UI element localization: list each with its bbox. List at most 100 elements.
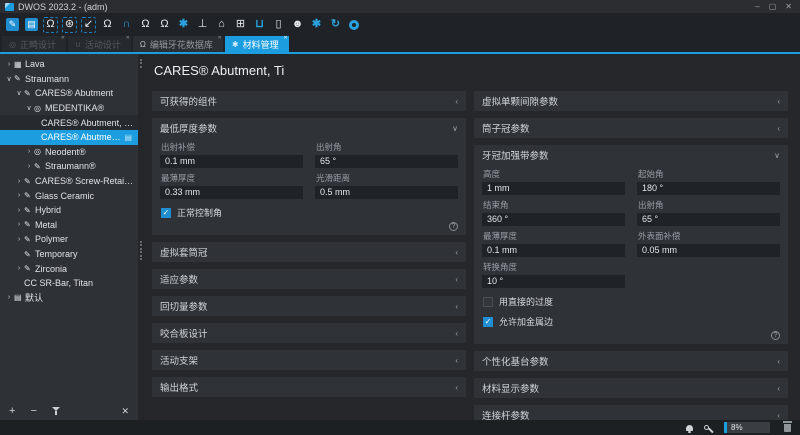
anatomy-tooth-icon[interactable]: Ω <box>138 17 153 33</box>
key-icon[interactable] <box>704 425 709 430</box>
crown-design-icon[interactable]: ∩ <box>119 17 134 33</box>
trash-icon[interactable] <box>783 421 792 432</box>
tree-item-metal[interactable]: › ✎ Metal <box>0 218 138 233</box>
field-input[interactable]: 180 ° <box>637 182 780 195</box>
tab-tooth-database[interactable]: Ω 编辑牙花数据库 ✕ <box>132 36 223 52</box>
caret-right-icon[interactable]: › <box>24 148 34 155</box>
tree-item-cc-sr-bar-titan[interactable]: CC SR-Bar, Titan <box>0 276 138 291</box>
caret-down-icon[interactable]: ∨ <box>4 75 14 83</box>
tab-removable-design[interactable]: ∪ 活动设计 ✕ <box>68 36 131 52</box>
add-material-button[interactable]: + <box>9 405 15 416</box>
close-button[interactable]: ✕ <box>785 2 792 11</box>
caret-down-icon[interactable]: ∨ <box>14 89 24 97</box>
caret-right-icon[interactable]: › <box>24 163 34 170</box>
section-header[interactable]: 个性化基台参数 ‹ <box>474 351 788 371</box>
mesh-sphere-icon[interactable]: ⊛ <box>62 16 77 33</box>
minimize-button[interactable]: – <box>755 2 759 11</box>
tab-close-icon[interactable]: ✕ <box>126 36 130 41</box>
field-input[interactable]: 0.1 mm <box>160 155 303 168</box>
checkbox-allow-metal-margin[interactable]: ✓ 允许加金属边 <box>483 315 780 328</box>
caret-right-icon[interactable]: › <box>14 236 24 243</box>
case-list-icon[interactable]: ▤ <box>25 18 38 31</box>
checkbox-normal-control-angle[interactable]: ✓ 正常控制角 <box>161 206 458 219</box>
section-header[interactable]: 回切量参数 ‹ <box>152 296 466 316</box>
tree-item-straumann[interactable]: ∨ ✎ Straumann <box>0 72 138 87</box>
tab-orthodontic-design[interactable]: ◎ 正畸设计 ✕ <box>2 36 66 52</box>
help-icon[interactable]: ? <box>771 331 780 340</box>
caret-right-icon[interactable]: › <box>14 207 24 214</box>
caret-right-icon[interactable]: › <box>4 61 14 68</box>
splitter-handle[interactable] <box>139 57 143 69</box>
new-case-icon[interactable]: ✎ <box>6 18 19 31</box>
field-input[interactable]: 360 ° <box>482 213 625 226</box>
caret-down-icon[interactable]: ∨ <box>24 104 34 112</box>
sync-icon[interactable]: ↻ <box>328 17 343 33</box>
field-input[interactable]: 0.33 mm <box>160 186 303 199</box>
caret-right-icon[interactable]: › <box>14 265 24 272</box>
section-header[interactable]: 可获得的组件 ‹ <box>152 91 466 111</box>
tree-item-medentika[interactable]: ∨ ◎ MEDENTIKA® <box>0 101 138 116</box>
tab-close-icon[interactable]: ✕ <box>283 36 287 41</box>
field-input[interactable]: 0.1 mm <box>482 244 625 257</box>
field-input[interactable]: 10 ° <box>482 275 625 288</box>
caret-right-icon[interactable]: › <box>4 294 14 301</box>
milling-cart-icon[interactable]: ⊞ <box>233 17 248 33</box>
section-header[interactable]: 虚拟单颗间隙参数 ‹ <box>474 91 788 111</box>
caret-right-icon[interactable]: › <box>14 192 24 199</box>
tree-item-default[interactable]: › ▤ 默认 <box>0 291 138 306</box>
tree-item-lava[interactable]: › ▦ Lava <box>0 57 138 72</box>
filter-icon[interactable] <box>51 406 61 416</box>
articulator-icon[interactable]: ⊥ <box>195 17 210 33</box>
scan-capture-icon[interactable]: Ω <box>43 16 58 33</box>
panel-splitter[interactable] <box>138 54 144 420</box>
tab-close-icon[interactable]: ✕ <box>61 36 65 41</box>
remove-material-button[interactable]: − <box>30 405 36 416</box>
field-input[interactable]: 65 ° <box>637 213 780 226</box>
tree-item-glass-ceramic[interactable]: › ✎ Glass Ceramic <box>0 188 138 203</box>
section-header[interactable]: 咬合板设计 ‹ <box>152 323 466 343</box>
tree-item-cares-screw-retained-bridge[interactable]: › ✎ CARES® Screw-Retained Bridg… <box>0 174 138 189</box>
maximize-button[interactable]: ▢ <box>769 2 777 11</box>
tree-item-temporary[interactable]: ✎ Temporary <box>0 247 138 262</box>
implant-tooth-icon[interactable]: ✱ <box>176 17 191 33</box>
checkbox-checked-icon[interactable]: ✓ <box>483 316 493 327</box>
section-header[interactable]: 适应参数 ‹ <box>152 269 466 289</box>
clipboard-icon[interactable]: ▯ <box>271 17 286 33</box>
tree-item-polymer[interactable]: › ✎ Polymer <box>0 232 138 247</box>
tree-item-cares-abutment-ti[interactable]: CARES® Abutment, Ti ▤ <box>0 129 138 145</box>
tooth-design-icon[interactable]: Ω <box>100 17 115 33</box>
caret-right-icon[interactable]: › <box>14 221 24 228</box>
tooth-photo-icon[interactable]: Ω <box>157 17 172 33</box>
tab-close-icon[interactable]: ✕ <box>218 36 222 41</box>
section-header[interactable]: 输出格式 ‹ <box>152 377 466 397</box>
section-header[interactable]: 筒子冠参数 ‹ <box>474 118 788 138</box>
caret-right-icon[interactable]: › <box>14 178 24 185</box>
splitter-handle[interactable] <box>139 239 143 262</box>
session-ring-icon[interactable] <box>349 19 359 30</box>
user-icon[interactable]: ☻ <box>290 17 305 33</box>
section-header[interactable]: 虚拟套筒冠 ‹ <box>152 242 466 262</box>
tree-item-cares-abutment-cocr[interactable]: CARES® Abutment, CoCr <box>0 115 138 130</box>
tab-material-management[interactable]: ✱ 材料管理 ✕ <box>224 36 289 52</box>
clear-filter-button[interactable]: ✕ <box>121 406 129 416</box>
tree-item-cares-abutment[interactable]: ∨ ✎ CARES® Abutment <box>0 86 138 101</box>
lab-management-icon[interactable]: ⌂ <box>214 17 229 33</box>
settings-gear-icon[interactable]: ✱ <box>309 17 324 33</box>
section-header[interactable]: 最低厚度参数 ∨ <box>152 118 466 138</box>
field-input[interactable]: 0.5 mm <box>315 186 458 199</box>
checkbox-use-direct-transition[interactable]: 用直接的过度 <box>483 295 780 308</box>
checkbox-checked-icon[interactable]: ✓ <box>161 207 171 218</box>
checkbox-unchecked-icon[interactable] <box>483 296 493 307</box>
notification-bell-icon[interactable] <box>686 424 693 433</box>
pick-object-icon[interactable]: ↙ <box>81 16 96 33</box>
field-input[interactable]: 0.05 mm <box>637 244 780 257</box>
section-header[interactable]: 牙冠加强带参数 ∨ <box>474 145 788 165</box>
help-icon[interactable]: ? <box>449 222 458 231</box>
section-header[interactable]: 材料显示参数 ‹ <box>474 378 788 398</box>
tree-item-zirconia[interactable]: › ✎ Zirconia <box>0 261 138 276</box>
section-header[interactable]: 活动支架 ‹ <box>152 350 466 370</box>
field-input[interactable]: 1 mm <box>482 182 625 195</box>
tree-item-neodent[interactable]: › ◎ Neodent® <box>0 145 138 160</box>
tree-item-straumann-sub[interactable]: › ✎ Straumann® <box>0 159 138 174</box>
import-icon[interactable]: ⊔ <box>252 17 267 33</box>
